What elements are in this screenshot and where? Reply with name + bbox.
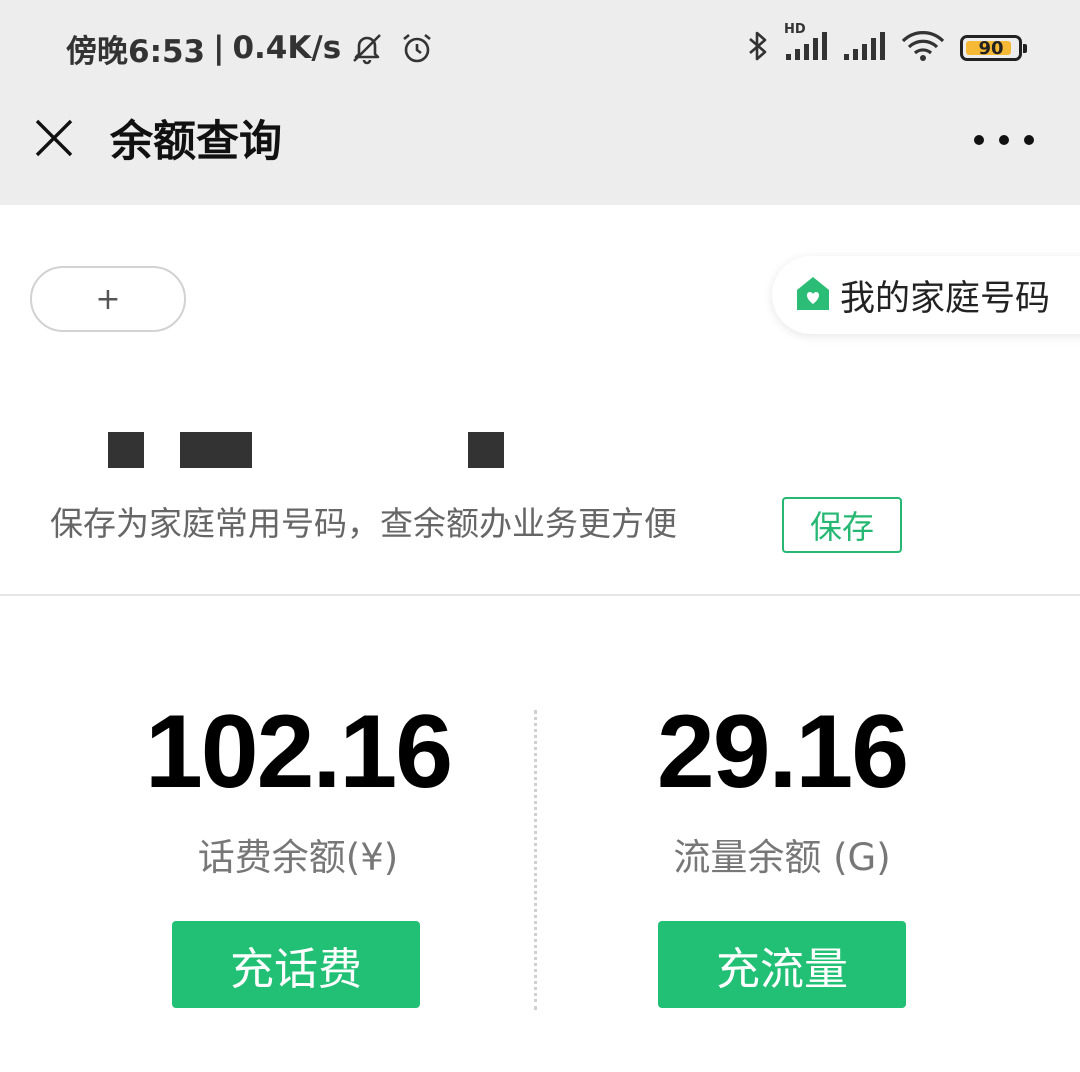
redacted-block — [468, 432, 504, 468]
close-button[interactable] — [30, 116, 78, 164]
more-icon — [1024, 135, 1034, 145]
battery-icon: 90 — [960, 35, 1027, 61]
family-number-button[interactable]: 我的家庭号码 — [772, 256, 1080, 334]
redacted-block — [180, 432, 252, 468]
more-icon — [999, 135, 1009, 145]
recharge-data-button[interactable]: 充流量 — [658, 921, 906, 1008]
battery-cap — [1023, 44, 1027, 53]
phone-balance-value: 102.16 — [144, 694, 453, 810]
phone-balance-label: 话费余额(¥) — [197, 836, 399, 879]
status-time: 傍晚6:53 — [66, 33, 206, 70]
signal-icon — [842, 28, 886, 68]
status-left: 傍晚6:53 | 0.4K/s — [66, 24, 435, 72]
recharge-phone-button[interactable]: 充话费 — [172, 921, 420, 1008]
status-right: HD 90 — [746, 22, 1027, 72]
status-bar: 傍晚6:53 | 0.4K/s HD 90 — [0, 0, 1080, 96]
save-hint-text: 保存为家庭常用号码，查余额办业务更方便 — [50, 504, 677, 543]
data-balance-value: 29.16 — [656, 694, 909, 810]
data-balance-label: 流量余额 (G) — [673, 836, 891, 879]
status-net-speed: 0.4K/s — [232, 30, 342, 66]
save-button[interactable]: 保存 — [782, 497, 902, 553]
more-icon — [974, 135, 984, 145]
bluetooth-icon — [746, 28, 770, 68]
network-badge: HD — [784, 22, 806, 37]
redacted-block — [108, 432, 144, 468]
battery-level: 90 — [978, 37, 1004, 59]
wifi-icon — [900, 28, 946, 68]
section-divider — [0, 594, 1080, 596]
page-title: 余额查询 — [110, 117, 282, 167]
status-separator: | — [213, 30, 225, 66]
alarm-clock-icon — [399, 30, 435, 66]
bell-muted-icon — [349, 30, 385, 66]
add-number-button[interactable]: + — [30, 266, 186, 332]
home-heart-icon — [794, 274, 832, 316]
close-icon — [34, 118, 74, 162]
nav-bar: 余额查询 — [0, 96, 1080, 205]
family-number-label: 我的家庭号码 — [840, 278, 1051, 319]
signal-icon: HD — [784, 22, 828, 68]
more-button[interactable] — [974, 122, 1034, 158]
